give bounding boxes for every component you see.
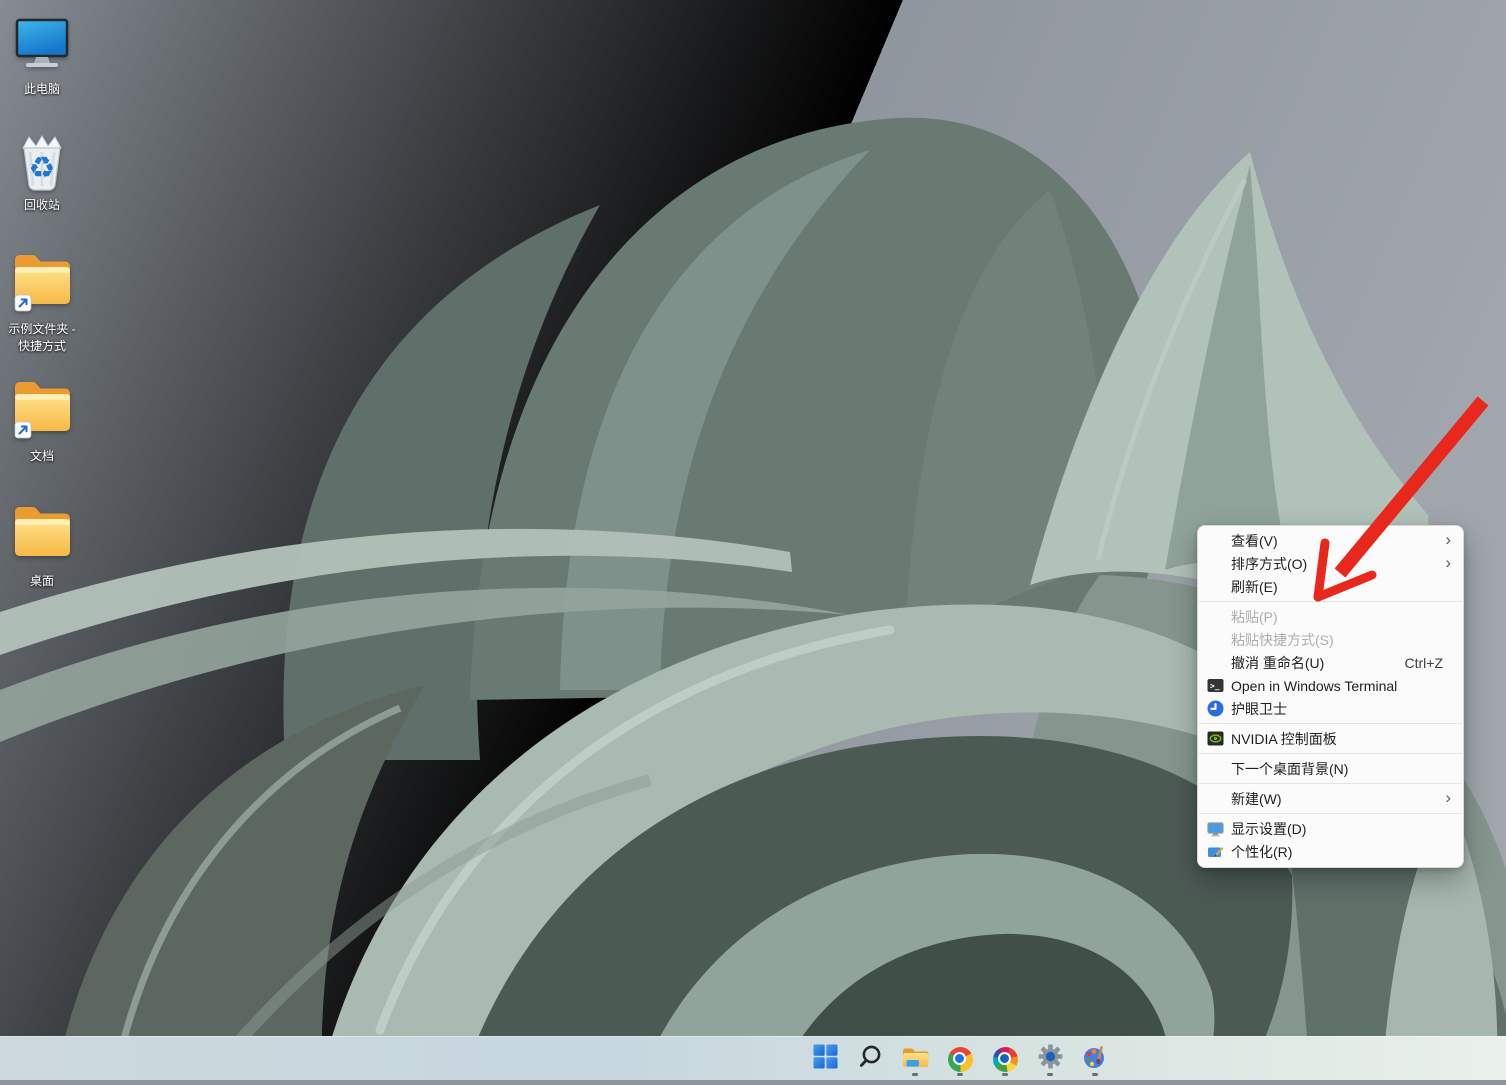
menu-item-view[interactable]: 查看(V) › <box>1198 529 1463 552</box>
menu-item-sort-by[interactable]: 排序方式(O) › <box>1198 552 1463 575</box>
chevron-right-icon: › <box>1445 554 1451 571</box>
paint-palette-icon <box>1082 1044 1108 1075</box>
desktop-context-menu: 查看(V) › 排序方式(O) › 刷新(E) 粘贴(P) 粘贴快捷方式(S) … <box>1197 525 1464 868</box>
menu-separator <box>1199 723 1462 724</box>
nvidia-icon <box>1206 730 1224 748</box>
pinwheel-browser-button[interactable] <box>985 1039 1025 1079</box>
desktop-icon-recycle-bin[interactable]: ♻ 回收站 <box>0 126 84 214</box>
personalization-icon <box>1206 843 1224 861</box>
recycle-bin-icon: ♻ <box>0 126 84 194</box>
paint-palette-button[interactable] <box>1075 1039 1115 1079</box>
chrome-icon <box>948 1047 973 1072</box>
menu-item-new[interactable]: 新建(W) › <box>1198 787 1463 810</box>
menu-item-display-settings[interactable]: 显示设置(D) <box>1198 817 1463 840</box>
menu-item-nvidia-control-panel[interactable]: NVIDIA 控制面板 <box>1198 727 1463 750</box>
display-settings-icon <box>1206 820 1224 838</box>
menu-separator <box>1199 753 1462 754</box>
desktop-icon-label: 回收站 <box>3 197 81 214</box>
menu-item-paste-shortcut: 粘贴快捷方式(S) <box>1198 628 1463 651</box>
folder-icon <box>0 502 84 570</box>
settings-button[interactable] <box>1030 1039 1070 1079</box>
desktop-icon-documents[interactable]: 文档 <box>0 377 84 465</box>
menu-separator <box>1199 813 1462 814</box>
folder-shortcut-icon <box>0 250 84 318</box>
keyboard-shortcut: Ctrl+Z <box>1405 655 1452 671</box>
menu-item-next-desktop-background[interactable]: 下一个桌面背景(N) <box>1198 757 1463 780</box>
menu-item-refresh[interactable]: 刷新(E) <box>1198 575 1463 598</box>
desktop-icon-sample-folder-shortcut[interactable]: 示例文件夹 - 快捷方式 <box>0 250 84 355</box>
menu-separator <box>1199 783 1462 784</box>
menu-item-eye-care[interactable]: 护眼卫士 <box>1198 697 1463 720</box>
desktop-icon-this-pc[interactable]: 此电脑 <box>0 10 84 98</box>
desktop-icon-label: 此电脑 <box>3 81 81 98</box>
running-indicator <box>1092 1073 1098 1076</box>
this-pc-icon <box>0 10 84 78</box>
desktop-icon-label: 示例文件夹 - 快捷方式 <box>3 321 81 355</box>
menu-item-undo-rename[interactable]: 撤消 重命名(U) Ctrl+Z <box>1198 651 1463 674</box>
menu-item-paste: 粘贴(P) <box>1198 605 1463 628</box>
windows-start-icon <box>813 1044 838 1074</box>
taskbar-icon-group <box>805 1037 1115 1081</box>
chevron-right-icon: › <box>1445 789 1451 806</box>
menu-separator <box>1199 601 1462 602</box>
running-indicator <box>957 1073 963 1076</box>
file-explorer-icon <box>902 1045 929 1074</box>
menu-item-open-windows-terminal[interactable]: >_ Open in Windows Terminal <box>1198 674 1463 697</box>
chrome-button[interactable] <box>940 1039 980 1079</box>
folder-shortcut-icon <box>0 377 84 445</box>
search-button[interactable] <box>850 1039 890 1079</box>
desktop-icon-label: 桌面 <box>3 573 81 590</box>
taskbar <box>0 1036 1506 1080</box>
running-indicator <box>912 1073 918 1076</box>
svg-text:>_: >_ <box>1210 682 1220 691</box>
menu-item-personalize[interactable]: 个性化(R) <box>1198 840 1463 863</box>
windows-terminal-icon: >_ <box>1206 677 1224 695</box>
desktop-icon-desktop-folder[interactable]: 桌面 <box>0 502 84 590</box>
file-explorer-button[interactable] <box>895 1039 935 1079</box>
running-indicator <box>1002 1073 1008 1076</box>
running-indicator <box>1047 1073 1053 1076</box>
svg-text:♻: ♻ <box>29 151 56 186</box>
chevron-right-icon: › <box>1445 531 1451 548</box>
settings-gear-icon <box>1038 1044 1063 1074</box>
eye-care-clock-icon <box>1206 700 1224 718</box>
desktop-icon-label: 文档 <box>3 448 81 465</box>
search-icon <box>858 1044 883 1074</box>
start-button[interactable] <box>805 1039 845 1079</box>
pinwheel-browser-icon <box>993 1047 1018 1072</box>
